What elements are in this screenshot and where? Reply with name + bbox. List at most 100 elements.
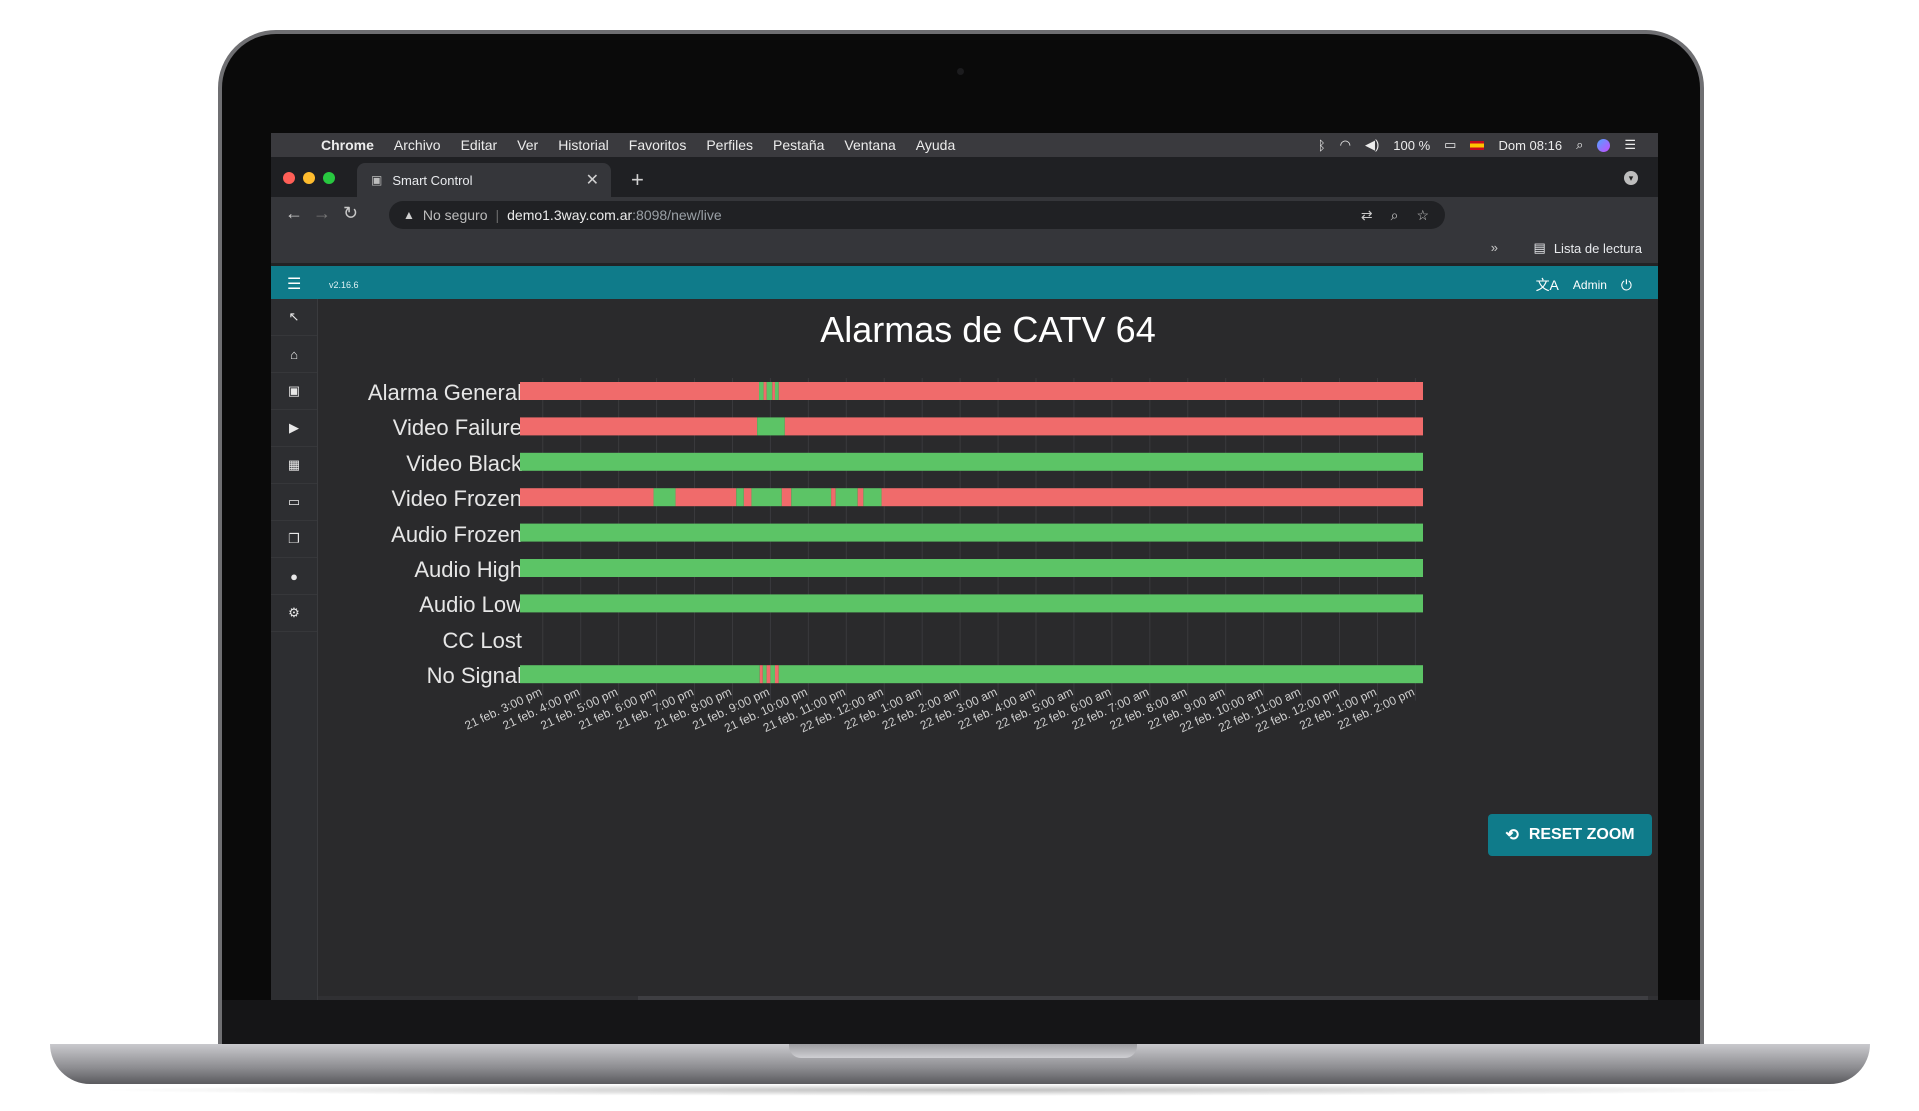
address-bar[interactable]: ▲ No seguro | demo1.3way.com.ar :8098/ne… (389, 201, 1445, 229)
tab-search-icon[interactable]: ▾ (1624, 171, 1638, 185)
url-path[interactable]: :8098/new/live (632, 207, 722, 223)
sidebar-item-home[interactable]: ⌂ (271, 336, 317, 373)
collection-icon: ❐ (288, 531, 300, 546)
volume-icon[interactable]: ◀) (1365, 137, 1379, 153)
menubar-item-chrome[interactable]: Chrome (311, 137, 384, 153)
forward-arrow-icon[interactable]: → (313, 203, 331, 224)
timeline-segment-ok[interactable] (520, 665, 760, 684)
close-window-button[interactable] (283, 172, 295, 184)
zoom-window-button[interactable] (323, 172, 335, 184)
laptop-shadow (90, 1084, 1830, 1096)
menubar-item-ventana[interactable]: Ventana (834, 137, 905, 153)
scrollbar-thumb[interactable] (638, 996, 1648, 1000)
timeline-segment-ok[interactable] (520, 523, 1423, 542)
gear-icon: ⚙ (288, 605, 300, 620)
timeline-segment-alarm[interactable] (831, 488, 836, 507)
timeline-segment-alarm[interactable] (774, 665, 779, 684)
menubar-item-archivo[interactable]: Archivo (384, 137, 451, 153)
minimize-window-button[interactable] (303, 172, 315, 184)
bookmark-star-icon[interactable]: ☆ (1416, 207, 1429, 224)
sidebar-item-play[interactable]: ▶ (271, 410, 317, 447)
timeline-segment-alarm[interactable] (759, 665, 763, 684)
timeline-segment-alarm[interactable] (772, 382, 775, 400)
folder-icon: ▭ (287, 494, 301, 509)
translate-icon[interactable]: ⇄ (1361, 207, 1373, 224)
sidebar-item-library[interactable]: ❐ (271, 521, 317, 558)
camera-icon (957, 68, 964, 75)
siri-icon[interactable] (1597, 138, 1611, 152)
timeline-segment-ok[interactable] (762, 665, 767, 684)
timeline-segment-alarm[interactable] (857, 488, 864, 507)
hamburger-menu-icon[interactable]: ☰ (287, 274, 301, 294)
timeline-segment-alarm[interactable] (781, 488, 792, 507)
reload-icon[interactable]: ↻ (343, 203, 358, 224)
browser-tab[interactable]: ▣ Smart Control ✕ (357, 163, 611, 197)
timeline-segment-alarm[interactable] (675, 488, 737, 507)
sidebar-item-live[interactable]: ▣ (271, 373, 317, 410)
control-center-icon[interactable]: ☰ (1624, 137, 1636, 153)
reading-list-icon: ▤ (1533, 240, 1546, 255)
timeline-segment-ok[interactable] (759, 382, 764, 400)
play-icon: ▶ (289, 420, 299, 435)
battery-icon: ▭ (1444, 137, 1457, 152)
menubar-item-ver[interactable]: Ver (507, 137, 548, 153)
timeline-segment-ok[interactable] (751, 488, 782, 507)
close-tab-icon[interactable]: ✕ (586, 170, 599, 190)
bookmarks-overflow-button[interactable]: » (1491, 240, 1498, 255)
warning-icon[interactable]: ▲ (403, 208, 415, 222)
sidebar-item-record[interactable]: ● (271, 558, 317, 595)
sidebar-item-folders[interactable]: ▭ (271, 484, 317, 521)
flag-icon[interactable] (1470, 140, 1485, 150)
back-arrow-icon[interactable]: ← (285, 203, 303, 224)
reset-zoom-button[interactable]: ⟲ RESET ZOOM (1488, 814, 1652, 856)
menubar-clock[interactable]: Dom 08:16 (1498, 138, 1562, 153)
menubar-item-historial[interactable]: Historial (548, 137, 619, 153)
timeline-segment-ok[interactable] (520, 594, 1423, 613)
macos-menubar: Chrome Archivo Editar Ver Historial Favoritos… (271, 133, 1658, 157)
timeline-segment-alarm[interactable] (763, 382, 767, 400)
timeline-segment-alarm[interactable] (520, 488, 654, 507)
bluetooth-icon[interactable]: ᛒ (1318, 138, 1326, 153)
timeline-segment-ok[interactable] (520, 559, 1423, 577)
timeline-segment-ok[interactable] (520, 452, 1423, 471)
timeline-segment-alarm[interactable] (520, 417, 758, 436)
timeline-segment-ok[interactable] (863, 488, 882, 507)
sidebar-item-settings[interactable]: ⚙ (271, 595, 317, 632)
menubar-item-favoritos[interactable]: Favoritos (619, 137, 697, 153)
menubar-item-editar[interactable]: Editar (451, 137, 508, 153)
app-version: v2.16.6 (329, 280, 359, 290)
reset-zoom-label: RESET ZOOM (1528, 826, 1635, 843)
timeline-segment-alarm[interactable] (520, 382, 760, 400)
timeline-segment-ok[interactable] (770, 665, 775, 684)
timeline-segment-ok[interactable] (835, 488, 858, 507)
url-host[interactable]: demo1.3way.com.ar (507, 207, 632, 223)
timeline-segment-ok[interactable] (757, 417, 785, 436)
timeline-segment-alarm[interactable] (766, 665, 771, 684)
zoom-icon[interactable]: ⌕ (1391, 207, 1399, 224)
power-icon[interactable]: ⏻ (1621, 277, 1632, 294)
timeline-segment-alarm[interactable] (778, 382, 1423, 400)
sidebar-item-collapse[interactable]: ↖ (271, 299, 317, 336)
menubar-item-perfiles[interactable]: Perfiles (696, 137, 763, 153)
timeline-segment-ok[interactable] (791, 488, 832, 507)
timeline-segment-ok[interactable] (774, 382, 779, 400)
timeline-segment-ok[interactable] (736, 488, 744, 507)
reading-list-button[interactable]: ▤ Lista de lectura (1534, 240, 1642, 256)
timeline-segment-alarm[interactable] (784, 417, 1423, 436)
wifi-icon[interactable]: ◠ (1340, 137, 1351, 153)
user-name[interactable]: Admin (1573, 278, 1607, 292)
new-tab-button[interactable]: + (631, 167, 644, 193)
not-secure-label[interactable]: No seguro (423, 207, 488, 223)
timeline-segment-alarm[interactable] (881, 488, 1423, 507)
battery-status[interactable]: 100 % (1393, 138, 1430, 153)
spotlight-search-icon[interactable]: ⌕ (1576, 137, 1583, 153)
menubar-item-pestaña[interactable]: Pestaña (763, 137, 834, 153)
timeline-segment-alarm[interactable] (743, 488, 752, 507)
language-icon[interactable]: 文A (1536, 275, 1559, 295)
timeline-chart[interactable]: 21 feb. 3:00 pm21 feb. 4:00 pm21 feb. 5:… (318, 299, 1658, 819)
timeline-segment-ok[interactable] (653, 488, 676, 507)
sidebar-item-recordings[interactable]: ▦ (271, 447, 317, 484)
timeline-segment-ok[interactable] (766, 382, 773, 400)
menubar-item-ayuda[interactable]: Ayuda (906, 137, 965, 153)
timeline-segment-ok[interactable] (778, 665, 1423, 684)
